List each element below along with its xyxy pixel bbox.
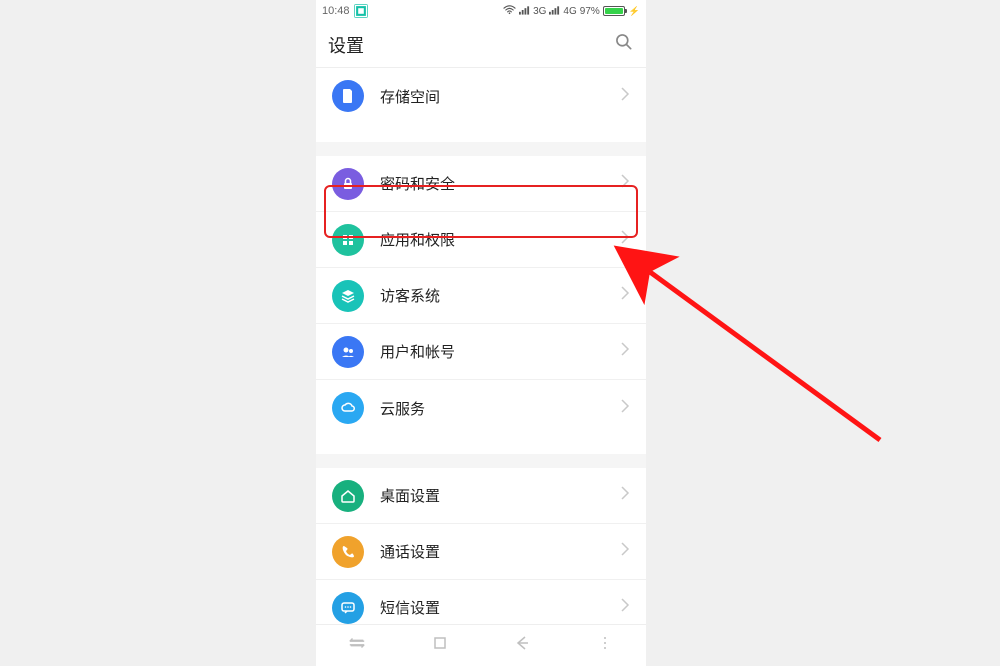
chevron-right-icon (620, 399, 630, 418)
signal-4g-label: 4G (563, 6, 576, 17)
settings-item-apps-permissions[interactable]: 应用和权限 (316, 212, 646, 268)
settings-item-guest[interactable]: 访客系统 (316, 268, 646, 324)
status-bar: 10:48 3G 4G 97% ⚡ (316, 0, 646, 22)
settings-item-label: 密码和安全 (380, 173, 620, 194)
back-button[interactable] (513, 634, 531, 657)
settings-item-security[interactable]: 密码和安全 (316, 156, 646, 212)
stack-icon (332, 280, 364, 312)
charging-icon: ⚡ (629, 6, 640, 17)
search-icon (614, 32, 634, 52)
chevron-right-icon (620, 87, 630, 106)
menu-button[interactable] (596, 634, 614, 657)
home-button[interactable] (431, 634, 449, 657)
phone-frame: 10:48 3G 4G 97% ⚡ 设置 (316, 0, 646, 666)
page-title: 设置 (328, 32, 364, 58)
phone-icon (332, 536, 364, 568)
chevron-right-icon (620, 342, 630, 361)
chevron-right-icon (620, 486, 630, 505)
scan-icon (354, 4, 368, 18)
chevron-right-icon (620, 230, 630, 249)
lock-icon (332, 168, 364, 200)
chevron-right-icon (620, 286, 630, 305)
settings-item-label: 短信设置 (380, 597, 620, 618)
settings-item-label: 应用和权限 (380, 229, 620, 250)
chevron-right-icon (620, 598, 630, 617)
chevron-right-icon (620, 174, 630, 193)
settings-item-cloud[interactable]: 云服务 (316, 380, 646, 436)
users-icon (332, 336, 364, 368)
settings-item-call[interactable]: 通话设置 (316, 524, 646, 580)
settings-list[interactable]: 存储空间 密码和安全 应用和权限 (316, 68, 646, 624)
settings-item-label: 云服务 (380, 398, 620, 419)
signal-3g-label: 3G (533, 6, 546, 17)
cloud-icon (332, 392, 364, 424)
battery-percent: 97% (580, 6, 600, 17)
battery-icon (603, 6, 625, 16)
header-bar: 设置 (316, 22, 646, 68)
signal-4g-icon (549, 5, 560, 18)
status-time: 10:48 (322, 5, 350, 17)
settings-group: 密码和安全 应用和权限 访客系统 用户和 (316, 156, 646, 436)
settings-item-desktop[interactable]: 桌面设置 (316, 468, 646, 524)
home-icon (332, 480, 364, 512)
sd-icon (332, 80, 364, 112)
message-icon (332, 592, 364, 624)
settings-item-accounts[interactable]: 用户和帐号 (316, 324, 646, 380)
settings-item-storage[interactable]: 存储空间 (316, 68, 646, 124)
settings-item-label: 存储空间 (380, 86, 620, 107)
chevron-right-icon (620, 542, 630, 561)
settings-item-label: 桌面设置 (380, 485, 620, 506)
search-button[interactable] (614, 32, 634, 57)
recent-apps-button[interactable] (348, 634, 366, 657)
settings-item-label: 通话设置 (380, 541, 620, 562)
grid-icon (332, 224, 364, 256)
settings-group: 存储空间 (316, 68, 646, 124)
android-nav-bar (316, 624, 646, 666)
settings-item-sms[interactable]: 短信设置 (316, 580, 646, 624)
wifi-icon (503, 5, 516, 18)
settings-group: 桌面设置 通话设置 短信设置 (316, 468, 646, 624)
settings-item-label: 用户和帐号 (380, 341, 620, 362)
signal-3g-icon (519, 5, 530, 18)
settings-item-label: 访客系统 (380, 285, 620, 306)
